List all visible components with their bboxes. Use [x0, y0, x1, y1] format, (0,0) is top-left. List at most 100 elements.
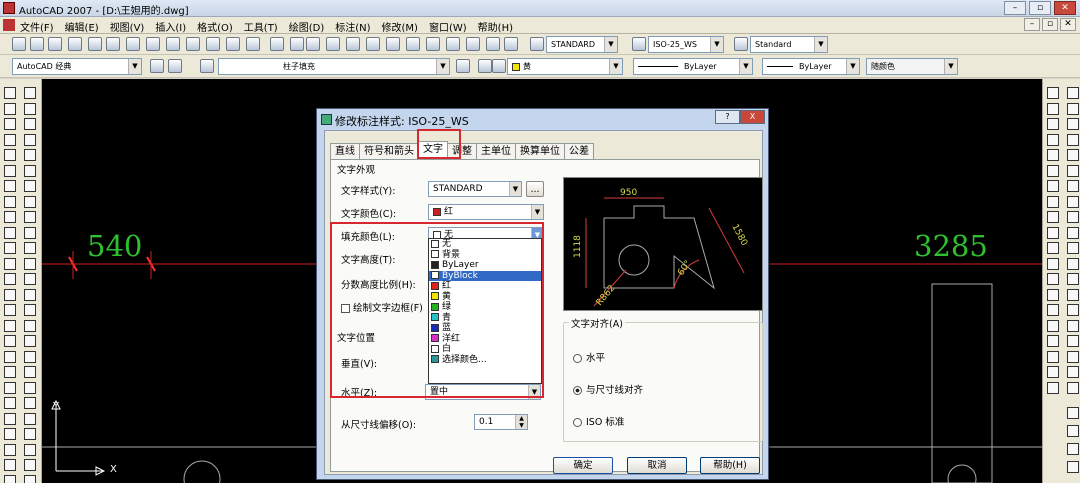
menu-item[interactable]: 视图(V) [110, 19, 145, 34]
view-tool-icon[interactable] [1067, 164, 1079, 177]
draw-tool-icon[interactable] [4, 180, 16, 192]
restore-button[interactable]: ▫ [1029, 1, 1051, 15]
draw-tool-icon[interactable] [24, 288, 36, 301]
radio-dot[interactable] [573, 354, 582, 363]
menu-item[interactable]: 绘图(D) [289, 19, 325, 34]
standard-tool-icon[interactable] [186, 37, 200, 51]
tab-6[interactable]: 公差 [564, 143, 594, 159]
view-tool-icon[interactable] [1047, 381, 1059, 394]
draw-tool-icon[interactable] [24, 273, 36, 285]
align-radio-2[interactable]: ISO 标准 [573, 414, 624, 428]
view-tool-icon[interactable] [1067, 350, 1079, 363]
draw-tool-icon[interactable] [24, 474, 36, 483]
doc-close-button[interactable]: ✕ [1060, 18, 1076, 31]
view-tool-icon[interactable] [1047, 366, 1059, 378]
draw-tool-icon[interactable] [24, 180, 36, 192]
standard-tool-icon[interactable] [206, 37, 220, 51]
draw-tool-icon[interactable] [24, 133, 36, 146]
standard-tool-icon[interactable] [126, 37, 140, 51]
draw-tool-icon[interactable] [4, 304, 16, 316]
draw-tool-icon[interactable] [4, 350, 16, 363]
dropdown-item[interactable]: ByBlock [429, 270, 541, 281]
draw-tool-icon[interactable] [24, 381, 36, 394]
draw-tool-icon[interactable] [4, 257, 16, 270]
standard-tool-icon[interactable] [632, 37, 646, 51]
dropdown-item[interactable]: 洋红 [429, 334, 541, 345]
view-tool-icon[interactable] [1047, 226, 1059, 239]
draw-tool-icon[interactable] [4, 102, 16, 115]
draw-tool-icon[interactable] [4, 87, 16, 99]
layer-tool-icon[interactable] [200, 59, 214, 73]
view-tool-icon[interactable] [1047, 102, 1059, 115]
draw-tool-icon[interactable] [24, 459, 36, 471]
text-color-select[interactable]: 红 ▼ [428, 204, 544, 220]
standard-tool-icon[interactable] [504, 37, 518, 51]
layer-combo[interactable]: 柱子填充 ▼ [218, 58, 450, 75]
color-combo[interactable]: 黄 ▼ [507, 58, 623, 75]
standard-tool-icon[interactable] [166, 37, 180, 51]
standard-tool-icon[interactable] [146, 37, 160, 51]
view-tool-icon[interactable] [1067, 195, 1079, 208]
table-style-combo[interactable]: Standard ▼ [750, 36, 828, 53]
workspace-combo[interactable]: AutoCAD 经典 ▼ [12, 58, 142, 75]
modify-tool-icon[interactable] [1067, 443, 1079, 455]
standard-tool-icon[interactable] [466, 37, 480, 51]
draw-tool-icon[interactable] [4, 381, 16, 394]
draw-tool-icon[interactable] [4, 474, 16, 483]
draw-tool-icon[interactable] [24, 304, 36, 316]
layer-tool-icon[interactable] [150, 59, 164, 73]
text-style-combo[interactable]: STANDARD ▼ [546, 36, 618, 53]
draw-tool-icon[interactable] [4, 412, 16, 425]
horizontal-select[interactable]: 置中 ▼ [425, 384, 541, 400]
menu-item[interactable]: 工具(T) [244, 19, 278, 34]
standard-tool-icon[interactable] [48, 37, 62, 51]
draw-tool-icon[interactable] [4, 211, 16, 223]
standard-tool-icon[interactable] [446, 37, 460, 51]
browse-text-style-button[interactable]: ... [526, 181, 544, 197]
view-tool-icon[interactable] [1047, 133, 1059, 146]
draw-tool-icon[interactable] [24, 350, 36, 363]
doc-minimize-button[interactable]: – [1024, 18, 1040, 31]
draw-tool-icon[interactable] [4, 242, 16, 254]
layer-tool-icon[interactable] [456, 59, 470, 73]
view-tool-icon[interactable] [1067, 242, 1079, 254]
tab-3[interactable]: 调整 [447, 143, 477, 159]
dropdown-item[interactable]: 红 [429, 281, 541, 292]
standard-tool-icon[interactable] [290, 37, 304, 51]
dim-style-combo[interactable]: ISO-25_WS ▼ [648, 36, 724, 53]
tab-0[interactable]: 直线 [330, 143, 360, 159]
draw-tool-icon[interactable] [24, 195, 36, 208]
help-icon[interactable]: ? [715, 110, 740, 124]
text-style-select[interactable]: STANDARD ▼ [428, 181, 522, 197]
draw-tool-icon[interactable] [4, 366, 16, 378]
view-tool-icon[interactable] [1067, 118, 1079, 130]
doc-restore-button[interactable]: ▫ [1042, 18, 1058, 31]
view-tool-icon[interactable] [1067, 87, 1079, 99]
dropdown-item[interactable]: 背景 [429, 250, 541, 261]
view-tool-icon[interactable] [1047, 118, 1059, 130]
view-tool-icon[interactable] [1047, 180, 1059, 192]
standard-tool-icon[interactable] [530, 37, 544, 51]
modify-tool-icon[interactable] [1067, 461, 1079, 473]
modify-tool-icon[interactable] [1067, 425, 1079, 437]
standard-tool-icon[interactable] [734, 37, 748, 51]
checkbox-box[interactable] [341, 304, 350, 313]
tab-1[interactable]: 符号和箭头 [359, 143, 419, 159]
menu-item[interactable]: 帮助(H) [478, 19, 513, 34]
view-tool-icon[interactable] [1047, 273, 1059, 285]
standard-tool-icon[interactable] [270, 37, 284, 51]
dropdown-item[interactable]: 选择颜色... [429, 355, 541, 366]
draw-tool-icon[interactable] [24, 118, 36, 130]
view-tool-icon[interactable] [1067, 273, 1079, 285]
draw-tool-icon[interactable] [24, 397, 36, 409]
menu-item[interactable]: 文件(F) [20, 19, 54, 34]
draw-tool-icon[interactable] [24, 257, 36, 270]
layer-tool-icon[interactable] [492, 59, 506, 73]
view-tool-icon[interactable] [1047, 195, 1059, 208]
dropdown-item[interactable]: 绿 [429, 302, 541, 313]
draw-tool-icon[interactable] [4, 226, 16, 239]
close-button[interactable]: ✕ [1054, 1, 1076, 15]
standard-tool-icon[interactable] [12, 37, 26, 51]
draw-tool-icon[interactable] [24, 149, 36, 161]
draw-tool-icon[interactable] [4, 149, 16, 161]
